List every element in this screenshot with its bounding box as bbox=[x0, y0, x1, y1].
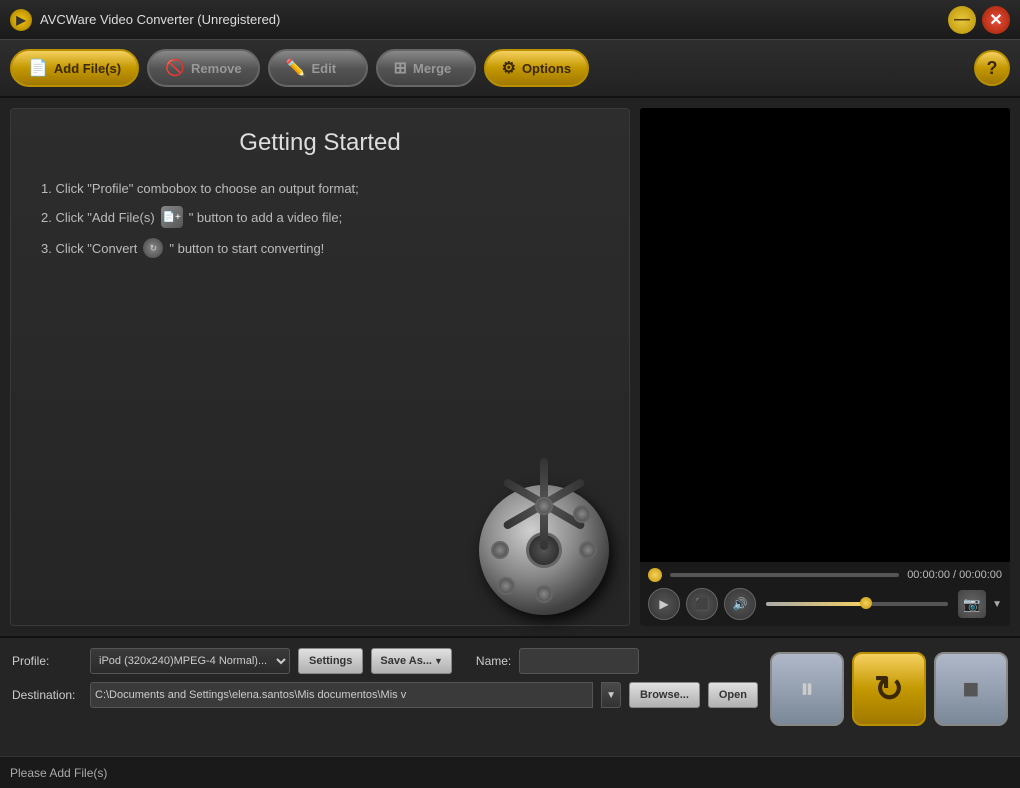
profile-label: Profile: bbox=[12, 654, 82, 668]
destination-row: Destination: ▼ Browse... Open bbox=[12, 682, 758, 708]
pause-button[interactable]: ⏸ bbox=[770, 652, 844, 726]
add-files-step-icon: 📄+ bbox=[161, 206, 183, 228]
video-controls: 00:00:00 / 00:00:00 ▶ ⬛ 🔊 📷 ▼ bbox=[640, 562, 1010, 626]
film-reel-decoration bbox=[479, 485, 609, 615]
settings-left: Profile: iPod (320x240)MPEG-4 Normal)...… bbox=[12, 648, 758, 716]
saveas-dropdown-icon[interactable]: ▼ bbox=[434, 656, 443, 666]
screenshot-dropdown[interactable]: ▼ bbox=[992, 599, 1002, 610]
volume-fill bbox=[766, 602, 866, 606]
time-display: 00:00:00 / 00:00:00 bbox=[907, 569, 1002, 581]
volume-slider[interactable] bbox=[766, 602, 948, 606]
remove-button[interactable]: 🚫 Remove bbox=[147, 49, 260, 87]
progress-track[interactable] bbox=[670, 573, 899, 577]
minimize-button[interactable]: — bbox=[948, 6, 976, 34]
convert-step-icon: ↻ bbox=[143, 238, 163, 258]
step-3: 3. Click "Convert ↻ " button to start co… bbox=[41, 238, 599, 258]
add-files-icon: 📄 bbox=[28, 58, 48, 78]
merge-icon: ⊞ bbox=[394, 58, 407, 78]
play-button[interactable]: ▶ bbox=[648, 588, 680, 620]
help-button[interactable]: ? bbox=[974, 50, 1010, 86]
stop-icon: ■ bbox=[963, 673, 980, 705]
progress-thumb[interactable] bbox=[648, 568, 662, 582]
status-text: Please Add File(s) bbox=[10, 766, 107, 780]
destination-input[interactable] bbox=[90, 682, 593, 708]
action-buttons: ⏸ ↻ ■ bbox=[770, 648, 1008, 726]
stop-ctrl-button[interactable]: ⬛ bbox=[686, 588, 718, 620]
window-title: AVCWare Video Converter (Unregistered) bbox=[40, 12, 942, 27]
options-icon: ⚙ bbox=[502, 58, 516, 78]
edit-icon: ✏️ bbox=[286, 58, 306, 78]
destination-dropdown[interactable]: ▼ bbox=[601, 682, 621, 708]
step-3-prefix: 3. Click "Convert bbox=[41, 241, 137, 256]
title-bar: ▶ AVCWare Video Converter (Unregistered)… bbox=[0, 0, 1020, 40]
step-2-suffix: " button to add a video file; bbox=[189, 210, 343, 225]
step-2: 2. Click "Add File(s) 📄+ " button to add… bbox=[41, 206, 599, 228]
toolbar: 📄 Add File(s) 🚫 Remove ✏️ Edit ⊞ Merge ⚙… bbox=[0, 40, 1020, 98]
name-input[interactable] bbox=[519, 648, 639, 674]
edit-button[interactable]: ✏️ Edit bbox=[268, 49, 368, 87]
merge-button[interactable]: ⊞ Merge bbox=[376, 49, 476, 87]
main-content: Getting Started 1. Click "Profile" combo… bbox=[0, 98, 1020, 636]
convert-icon: ↻ bbox=[874, 668, 904, 710]
destination-label: Destination: bbox=[12, 688, 82, 702]
screenshot-button[interactable]: 📷 bbox=[958, 590, 986, 618]
remove-icon: 🚫 bbox=[165, 58, 185, 78]
step-2-prefix: 2. Click "Add File(s) bbox=[41, 210, 155, 225]
convert-button[interactable]: ↻ bbox=[852, 652, 926, 726]
close-button[interactable]: ✕ bbox=[982, 6, 1010, 34]
saveas-button[interactable]: Save As... ▼ bbox=[371, 648, 452, 674]
film-reel-graphic bbox=[479, 485, 609, 615]
preview-panel: 00:00:00 / 00:00:00 ▶ ⬛ 🔊 📷 ▼ bbox=[640, 108, 1010, 626]
step-1-text: 1. Click "Profile" combobox to choose an… bbox=[41, 181, 359, 196]
open-button[interactable]: Open bbox=[708, 682, 758, 708]
name-label: Name: bbox=[476, 654, 511, 668]
video-preview bbox=[640, 108, 1010, 562]
profile-row: Profile: iPod (320x240)MPEG-4 Normal)...… bbox=[12, 648, 758, 674]
app-icon: ▶ bbox=[10, 9, 32, 31]
getting-started-panel: Getting Started 1. Click "Profile" combo… bbox=[10, 108, 630, 626]
options-button[interactable]: ⚙ Options bbox=[484, 49, 589, 87]
pause-icon: ⏸ bbox=[800, 673, 814, 706]
step-3-suffix: " button to start converting! bbox=[169, 241, 324, 256]
volume-button[interactable]: 🔊 bbox=[724, 588, 756, 620]
getting-started-title: Getting Started bbox=[41, 129, 599, 157]
profile-select[interactable]: iPod (320x240)MPEG-4 Normal)... bbox=[90, 648, 290, 674]
add-files-button[interactable]: 📄 Add File(s) bbox=[10, 49, 139, 87]
progress-bar-container: 00:00:00 / 00:00:00 bbox=[648, 568, 1002, 582]
browse-button[interactable]: Browse... bbox=[629, 682, 700, 708]
stop-button[interactable]: ■ bbox=[934, 652, 1008, 726]
volume-thumb[interactable] bbox=[860, 597, 872, 609]
control-buttons: ▶ ⬛ 🔊 📷 ▼ bbox=[648, 588, 1002, 620]
bottom-panel: Profile: iPod (320x240)MPEG-4 Normal)...… bbox=[0, 636, 1020, 756]
settings-button[interactable]: Settings bbox=[298, 648, 363, 674]
status-bar: Please Add File(s) bbox=[0, 756, 1020, 788]
step-1: 1. Click "Profile" combobox to choose an… bbox=[41, 181, 599, 196]
